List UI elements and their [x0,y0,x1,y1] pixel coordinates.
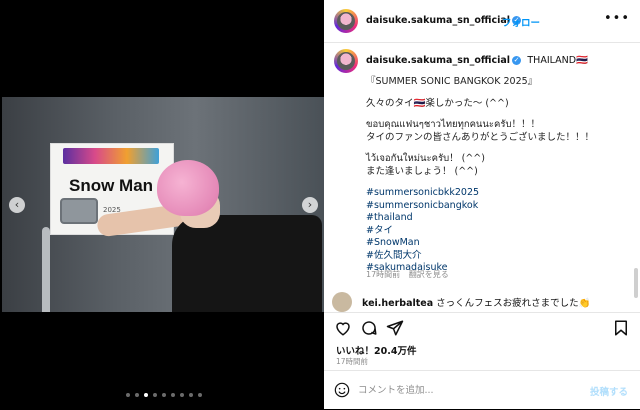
hashtag-link[interactable]: #thailand [366,212,628,225]
carousel-dot[interactable] [162,393,166,397]
hashtag-link[interactable]: #summersonicbkk2025 [366,187,628,200]
like-count[interactable]: いいね！20.4万件 [336,343,416,357]
comment-icon[interactable] [360,319,378,337]
heart-icon[interactable] [334,319,352,337]
carousel-dot[interactable] [144,393,148,397]
translate-link[interactable]: 翻訳を見る [409,270,449,279]
caption-author[interactable]: daisuke.sakuma_sn_official ✓ THAILAND🇹🇭 [366,55,588,66]
share-icon[interactable] [386,319,404,337]
post-comment-button[interactable]: 投稿する [590,384,628,398]
hashtag-link[interactable]: #SnowMan [366,237,628,250]
comment-item: kei.herbaltea さっくんフェスお疲れさまでした👏 [332,292,632,312]
scrollbar[interactable] [634,268,638,298]
carousel-dots [126,393,202,397]
comment-text: さっくんフェスお疲れさまでした👏 [436,298,591,309]
chevron-right-icon[interactable]: › [302,197,318,213]
comment-input[interactable] [358,382,598,398]
avatar[interactable] [332,292,352,312]
caption-username[interactable]: daisuke.sakuma_sn_official [366,55,510,66]
smiley-icon[interactable] [334,382,350,398]
carousel-dot[interactable] [189,393,193,397]
caption-spacer [366,110,628,119]
post-sidebar: daisuke.sakuma_sn_official ✓ フォロー ••• dai… [324,0,640,409]
carousel-dot[interactable] [180,393,184,397]
stand-pole [42,227,50,312]
hashtag-link[interactable]: #佐久間大介 [366,250,628,263]
person-body [172,215,322,312]
chevron-left-icon[interactable]: ‹ [9,197,25,213]
post-media: Snow Man 2025 ‹ › [0,0,324,409]
caption-avatar[interactable] [334,49,358,73]
username-text[interactable]: daisuke.sakuma_sn_official [366,15,510,26]
more-options-icon[interactable]: ••• [604,11,630,26]
post-time: 17時間前 [336,357,369,366]
phone [60,198,98,224]
avatar[interactable] [334,9,358,33]
sign-text: Snow Man [69,176,154,195]
festival-banner [63,148,159,164]
follow-button[interactable]: フォロー [502,15,540,29]
carousel-dot[interactable] [198,393,202,397]
caption-line: ไว้เจอกันใหม่นะครับ！ (^^) [366,153,485,164]
caption-line: 久々のタイ🇹🇭楽しかった〜 (^^) [366,97,509,109]
caption-time: 17時間前 [366,270,401,279]
comment-text-line: kei.herbaltea さっくんフェスお疲れさまでした👏 [362,295,591,309]
person-pink-hair [157,160,219,216]
post-header: daisuke.sakuma_sn_official ✓ フォロー ••• [324,0,640,43]
caption-line: また逢いましょう！ (^^) [366,165,478,177]
hashtag-link[interactable]: #summersonicbangkok [366,200,628,213]
caption-line: 『SUMMER SONIC BANGKOK 2025』 [366,76,538,87]
hashtag-link[interactable]: #タイ [366,225,628,238]
caption-spacer [366,178,628,187]
carousel-dot[interactable] [126,393,130,397]
bookmark-icon[interactable] [612,319,630,337]
location-label[interactable]: THAILAND🇹🇭 [527,55,588,66]
comment-username[interactable]: kei.herbaltea [362,298,433,309]
comment-bar: 投稿する [324,370,640,410]
header-username[interactable]: daisuke.sakuma_sn_official ✓ [366,15,522,26]
carousel-dot[interactable] [171,393,175,397]
carousel-dot[interactable] [153,393,157,397]
caption: 『SUMMER SONIC BANGKOK 2025』 久々のタイ🇹🇭楽しかった〜… [366,76,628,275]
caption-spacer [366,89,628,98]
carousel-dot[interactable] [135,393,139,397]
caption-line: ขอบคุณแฟนๆชาวไทยทุกคนนะครับ！！！ [366,119,541,130]
post-photo: Snow Man 2025 [2,97,324,312]
caption-line: タイのファンの皆さんありがとうございました！！！ [366,131,595,143]
caption-spacer [366,144,628,153]
verified-badge-icon: ✓ [512,56,522,65]
caption-meta: 17時間前 翻訳を見る [366,269,455,280]
